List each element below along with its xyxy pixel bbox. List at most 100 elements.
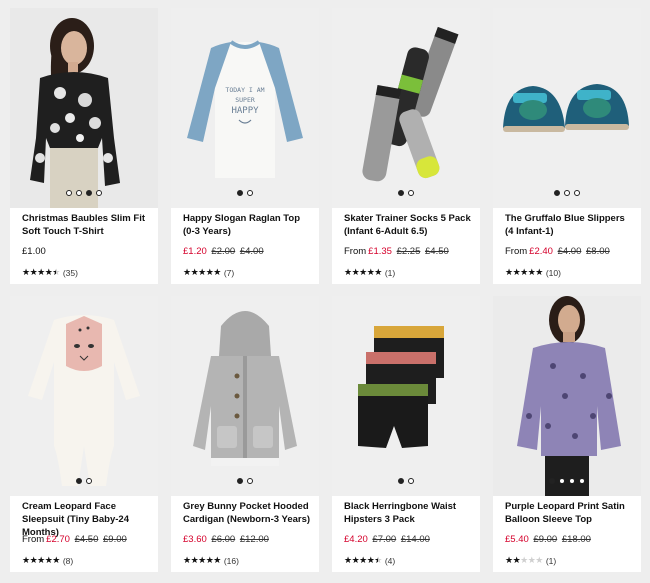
carousel-dot[interactable]: [398, 478, 404, 484]
review-count[interactable]: (7): [224, 268, 234, 278]
product-card[interactable]: The Gruffalo Blue Slippers (4 Infant-1) …: [493, 8, 641, 284]
image-carousel-dots[interactable]: [171, 478, 319, 484]
review-count[interactable]: (1): [546, 556, 556, 566]
carousel-dot[interactable]: [237, 478, 243, 484]
carousel-dot[interactable]: [398, 190, 404, 196]
carousel-dot[interactable]: [66, 190, 72, 196]
product-image[interactable]: [493, 8, 641, 208]
rating: ★★★★★ ★★★★★ (16): [183, 555, 311, 566]
shirt-print-line: HAPPY: [231, 106, 259, 116]
rating: ★★★★★ ★★★★★ (7): [183, 267, 311, 278]
product-card[interactable]: Black Herringbone Waist Hipsters 3 Pack …: [332, 296, 480, 572]
product-card[interactable]: Purple Leopard Print Satin Balloon Sleev…: [493, 296, 641, 572]
product-card[interactable]: Cream Leopard Face Sleepsuit (Tiny Baby-…: [10, 296, 158, 572]
current-price: £1.35: [368, 246, 392, 257]
carousel-dot[interactable]: [247, 478, 253, 484]
product-image[interactable]: [10, 8, 158, 208]
product-title[interactable]: Purple Leopard Print Satin Balloon Sleev…: [505, 500, 633, 528]
review-count[interactable]: (35): [63, 268, 78, 278]
carousel-dot[interactable]: [96, 190, 102, 196]
current-price: £1.00: [22, 246, 46, 257]
rating: ★★★★★ ★★★★★ (10): [505, 267, 633, 278]
product-title[interactable]: Happy Slogan Raglan Top (0-3 Years): [183, 212, 311, 240]
review-count[interactable]: (10): [546, 268, 561, 278]
star-rating-icon: ★★★★★★★★★★: [22, 267, 60, 277]
carousel-dot[interactable]: [574, 190, 580, 196]
carousel-dot[interactable]: [564, 190, 570, 196]
carousel-dot[interactable]: [76, 190, 82, 196]
product-image[interactable]: [493, 296, 641, 496]
star-rating-icon: ★★★★★★★★★★: [183, 555, 221, 565]
current-price: £1.20: [183, 246, 207, 257]
was-price: £2.25: [396, 246, 421, 257]
current-price: £3.60: [183, 534, 207, 545]
product-title[interactable]: Cream Leopard Face Sleepsuit (Tiny Baby-…: [22, 500, 150, 538]
carousel-dot[interactable]: [237, 190, 243, 196]
price: £1.20 £2.00 £4.00: [183, 246, 311, 260]
review-count[interactable]: (8): [63, 556, 73, 566]
was-price: £6.00: [211, 534, 236, 545]
carousel-dot[interactable]: [247, 190, 253, 196]
was-price: £14.00: [400, 534, 430, 545]
price: From £2.70 £4.50 £9.00: [22, 534, 150, 548]
carousel-dot[interactable]: [569, 478, 575, 484]
image-carousel-dots[interactable]: [171, 190, 319, 196]
product-title[interactable]: The Gruffalo Blue Slippers (4 Infant-1): [505, 212, 633, 240]
product-title[interactable]: Christmas Baubles Slim Fit Soft Touch T-…: [22, 212, 150, 240]
product-title[interactable]: Black Herringbone Waist Hipsters 3 Pack: [344, 500, 472, 528]
star-rating-icon: ★★★★★★★★★★: [505, 555, 543, 565]
was-price: £2.00: [211, 246, 236, 257]
rating: ★★★★★★★★★★(1): [505, 555, 633, 566]
product-title[interactable]: Skater Trainer Socks 5 Pack (Infant 6-Ad…: [344, 212, 472, 240]
was-price: £9.00: [103, 534, 127, 545]
was-price: £8.00: [586, 246, 610, 257]
star-rating-icon: ★★★★★★★★★★: [505, 267, 543, 277]
carousel-dot[interactable]: [559, 478, 565, 484]
price: £5.40 £9.00 £18.00: [505, 534, 633, 548]
carousel-dot[interactable]: [408, 190, 414, 196]
was-price: £4.00: [557, 246, 582, 257]
review-count[interactable]: (1): [385, 268, 395, 278]
review-count[interactable]: (16): [224, 556, 239, 566]
product-title[interactable]: Grey Bunny Pocket Hooded Cardigan (Newbo…: [183, 500, 311, 528]
shirt-print-line: SUPER: [235, 96, 255, 104]
price: From £1.35 £2.25 £4.50: [344, 246, 472, 260]
star-rating-icon: ★★★★★★★★★★: [22, 555, 60, 565]
product-image[interactable]: [332, 8, 480, 208]
rating: ★★★★★★★★★★(35): [22, 267, 150, 278]
rating: ★★★★★ ★★★★★ (8): [22, 555, 150, 566]
product-card[interactable]: Grey Bunny Pocket Hooded Cardigan (Newbo…: [171, 296, 319, 572]
rating: ★★★★★★★★★★(1): [344, 267, 472, 278]
product-image[interactable]: TODAY I AM SUPER HAPPY: [171, 8, 319, 208]
image-carousel-dots[interactable]: [493, 190, 641, 196]
image-carousel-dots[interactable]: [332, 478, 480, 484]
star-rating-icon: ★★★★★★★★★★: [183, 267, 221, 277]
star-rating-icon: ★★★★★★★★★★: [344, 267, 382, 277]
product-card[interactable]: Skater Trainer Socks 5 Pack (Infant 6-Ad…: [332, 8, 480, 284]
product-image[interactable]: [332, 296, 480, 496]
carousel-dot[interactable]: [549, 478, 555, 484]
was-price: £4.50: [74, 534, 99, 545]
review-count[interactable]: (4): [385, 556, 395, 566]
product-image[interactable]: [171, 296, 319, 496]
star-rating-icon: ★★★★★★★★★★: [344, 555, 382, 565]
rating: ★★★★★★★★★★(4): [344, 555, 472, 566]
image-carousel-dots[interactable]: [493, 478, 641, 484]
carousel-dot[interactable]: [86, 478, 92, 484]
image-carousel-dots[interactable]: [10, 190, 158, 196]
shirt-print-line: TODAY I AM: [225, 86, 264, 94]
carousel-dot[interactable]: [408, 478, 414, 484]
was-price: £7.00: [372, 534, 397, 545]
product-image[interactable]: [10, 296, 158, 496]
current-price: £2.40: [529, 246, 553, 257]
product-card[interactable]: Christmas Baubles Slim Fit Soft Touch T-…: [10, 8, 158, 284]
carousel-dot[interactable]: [554, 190, 560, 196]
carousel-dot[interactable]: [86, 190, 92, 196]
image-carousel-dots[interactable]: [332, 190, 480, 196]
product-card[interactable]: TODAY I AM SUPER HAPPY Happy Slogan Ragl…: [171, 8, 319, 284]
current-price: £4.20: [344, 534, 368, 545]
carousel-dot[interactable]: [579, 478, 585, 484]
was-price: £4.50: [425, 246, 449, 257]
carousel-dot[interactable]: [76, 478, 82, 484]
image-carousel-dots[interactable]: [10, 478, 158, 484]
